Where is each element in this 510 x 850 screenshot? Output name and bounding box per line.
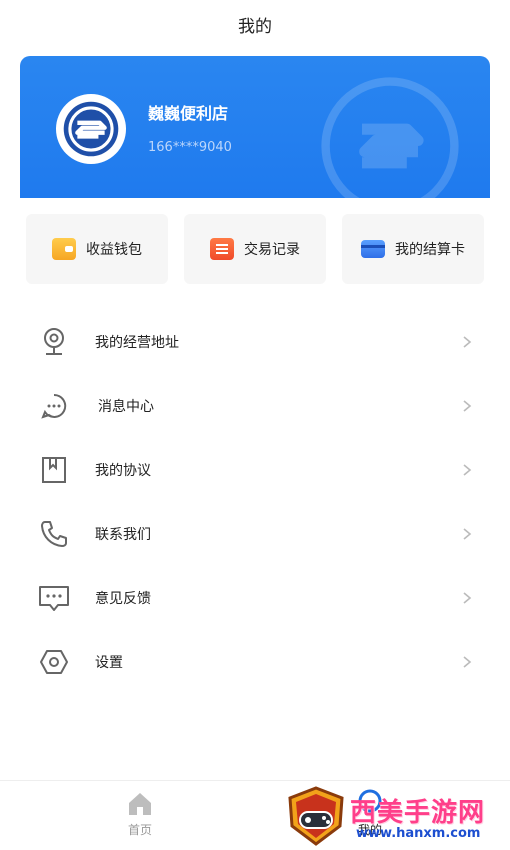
menu-item-label: 消息中心 bbox=[98, 399, 154, 415]
quick-actions: 收益钱包 交易记录 我的结算卡 bbox=[26, 214, 484, 284]
menu-item-business-address[interactable]: 我的经营地址 bbox=[0, 310, 510, 374]
income-wallet-button[interactable]: 收益钱包 bbox=[26, 214, 168, 284]
quick-action-label: 收益钱包 bbox=[86, 242, 142, 258]
menu-item-label: 意见反馈 bbox=[95, 591, 151, 607]
home-icon bbox=[129, 793, 151, 815]
avatar[interactable] bbox=[56, 94, 126, 164]
quick-action-label: 交易记录 bbox=[244, 242, 300, 258]
brand-logo-icon bbox=[63, 101, 119, 157]
settings-icon bbox=[38, 646, 70, 678]
store-name: 巍巍便利店 bbox=[148, 104, 229, 123]
wallet-icon bbox=[52, 238, 76, 260]
menu-item-feedback[interactable]: 意见反馈 bbox=[0, 566, 510, 630]
site-watermark-url: www.hanxm.com bbox=[356, 826, 481, 841]
feedback-icon bbox=[38, 582, 70, 614]
menu-item-settings[interactable]: 设置 bbox=[0, 630, 510, 694]
transaction-record-button[interactable]: 交易记录 bbox=[184, 214, 326, 284]
page-title: 我的 bbox=[238, 17, 272, 37]
chevron-right-icon bbox=[463, 400, 472, 412]
menu-item-label: 设置 bbox=[95, 655, 123, 671]
menu-item-message-center[interactable]: 消息中心 bbox=[0, 374, 510, 438]
site-watermark-logo-icon bbox=[288, 786, 344, 846]
chevron-right-icon bbox=[463, 592, 472, 604]
store-phone: 166****9040 bbox=[148, 140, 232, 155]
chevron-right-icon bbox=[463, 656, 472, 668]
tab-label: 首页 bbox=[127, 823, 152, 837]
phone-icon bbox=[38, 518, 70, 550]
settlement-card-button[interactable]: 我的结算卡 bbox=[342, 214, 484, 284]
site-watermark-text: 西美手游网 bbox=[350, 798, 486, 828]
chevron-right-icon bbox=[463, 464, 472, 476]
chevron-right-icon bbox=[463, 528, 472, 540]
menu-item-label: 我的经营地址 bbox=[95, 335, 179, 351]
agreement-icon bbox=[38, 454, 70, 486]
quick-action-label: 我的结算卡 bbox=[395, 242, 465, 258]
menu-item-contact-us[interactable]: 联系我们 bbox=[0, 502, 510, 566]
tab-home[interactable]: 首页 bbox=[110, 789, 170, 838]
profile-card[interactable]: 巍巍便利店 166****9040 bbox=[20, 56, 490, 198]
brand-watermark-icon bbox=[321, 77, 459, 198]
settings-menu: 我的经营地址 消息中心 我的协议 联系我们 意见反馈 设置 bbox=[0, 310, 510, 694]
message-icon bbox=[38, 390, 70, 422]
card-icon bbox=[361, 240, 385, 258]
chevron-right-icon bbox=[463, 336, 472, 348]
record-icon bbox=[210, 238, 234, 260]
menu-item-agreement[interactable]: 我的协议 bbox=[0, 438, 510, 502]
location-icon bbox=[38, 326, 70, 358]
menu-item-label: 联系我们 bbox=[95, 527, 151, 543]
menu-item-label: 我的协议 bbox=[95, 463, 151, 479]
